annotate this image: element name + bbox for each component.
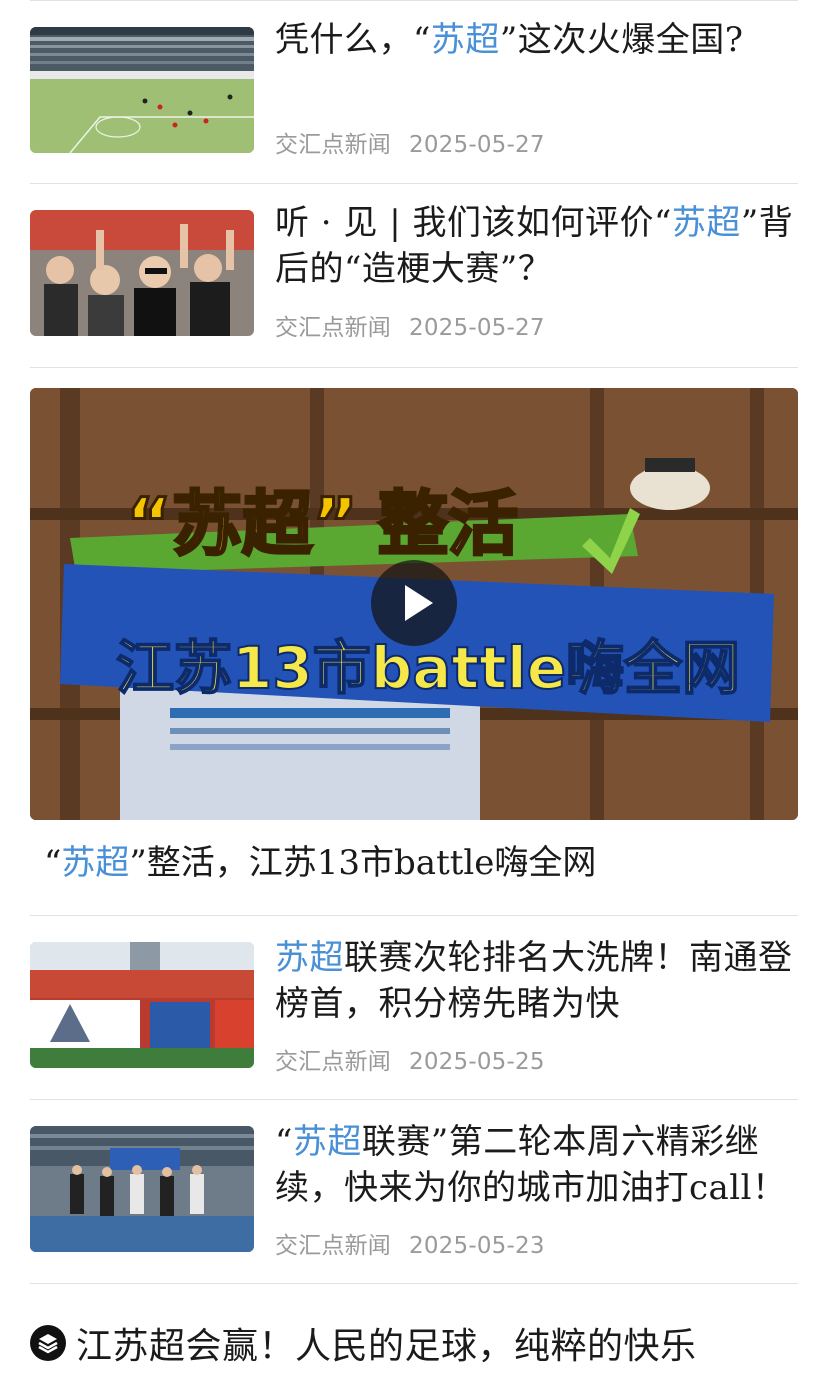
layers-icon bbox=[30, 1325, 66, 1361]
overlay-title-line1: “苏超” 整活 bbox=[126, 483, 518, 565]
video-title[interactable]: “苏超”整活，江苏13市battle嗨全网 bbox=[44, 838, 596, 888]
article-title[interactable]: 听 · 见 | 我们该如何评价“苏超”背后的“造梗大赛”？ bbox=[275, 200, 805, 292]
article-title[interactable]: 凭什么，“苏超”这次火爆全国? bbox=[275, 17, 805, 63]
article-thumbnail-stadium[interactable] bbox=[30, 27, 254, 153]
divider bbox=[30, 915, 798, 916]
title-highlight: 苏超 bbox=[430, 20, 500, 60]
play-icon bbox=[405, 585, 433, 621]
article-title[interactable]: “苏超联赛”第二轮本周六精彩继续，快来为你的城市加油打call！ bbox=[275, 1119, 805, 1211]
news-list-page: 凭什么，“苏超”这次火爆全国? 交汇点新闻 2025-05-27 听 · 见 |… bbox=[0, 0, 828, 1381]
topic-title: 江苏超会赢！人民的足球，纯粹的快乐 bbox=[76, 1326, 697, 1367]
article-date: 2025-05-23 bbox=[409, 1233, 545, 1259]
article-meta: 交汇点新闻 2025-05-27 bbox=[275, 308, 545, 342]
article-thumbnail-walkout[interactable] bbox=[30, 1126, 254, 1252]
title-highlight: 苏超 bbox=[671, 203, 741, 243]
article-meta: 交汇点新闻 2025-05-25 bbox=[275, 1042, 545, 1076]
article-thumbnail-banners[interactable] bbox=[30, 942, 254, 1068]
video-card[interactable]: “苏超” 整活 江苏13市battle嗨全网 bbox=[30, 388, 798, 820]
title-highlight: 苏超 bbox=[292, 1122, 362, 1162]
divider bbox=[30, 1099, 798, 1100]
divider bbox=[30, 183, 798, 184]
title-highlight: 苏超 bbox=[61, 843, 130, 883]
news-item[interactable]: “苏超联赛”第二轮本周六精彩继续，快来为你的城市加油打call！ 交汇点新闻 20… bbox=[30, 1122, 798, 1259]
news-item[interactable]: 凭什么，“苏超”这次火爆全国? 交汇点新闻 2025-05-27 bbox=[30, 20, 798, 159]
title-highlight: 苏超 bbox=[275, 938, 344, 978]
article-meta: 交汇点新闻 2025-05-27 bbox=[275, 125, 545, 159]
article-date: 2025-05-27 bbox=[409, 132, 545, 158]
article-source: 交汇点新闻 bbox=[275, 132, 391, 158]
article-source: 交汇点新闻 bbox=[275, 1233, 391, 1259]
divider bbox=[30, 0, 798, 1]
article-thumbnail-fans[interactable] bbox=[30, 210, 254, 336]
article-date: 2025-05-25 bbox=[409, 1049, 545, 1075]
article-title[interactable]: 苏超联赛次轮排名大洗牌！南通登榜首，积分榜先睹为快 bbox=[275, 935, 805, 1027]
news-item[interactable]: 苏超联赛次轮排名大洗牌！南通登榜首，积分榜先睹为快 交汇点新闻 2025-05-2… bbox=[30, 938, 798, 1075]
article-meta: 交汇点新闻 2025-05-23 bbox=[275, 1226, 545, 1260]
divider bbox=[30, 367, 798, 368]
news-item[interactable]: 听 · 见 | 我们该如何评价“苏超”背后的“造梗大赛”？ 交汇点新闻 2025-… bbox=[30, 203, 798, 342]
play-button[interactable] bbox=[371, 560, 457, 646]
article-source: 交汇点新闻 bbox=[275, 1049, 391, 1075]
article-source: 交汇点新闻 bbox=[275, 315, 391, 341]
article-date: 2025-05-27 bbox=[409, 315, 545, 341]
divider bbox=[30, 1283, 798, 1284]
topic-section-header[interactable]: 江苏超会赢！人民的足球，纯粹的快乐 bbox=[30, 1318, 697, 1368]
